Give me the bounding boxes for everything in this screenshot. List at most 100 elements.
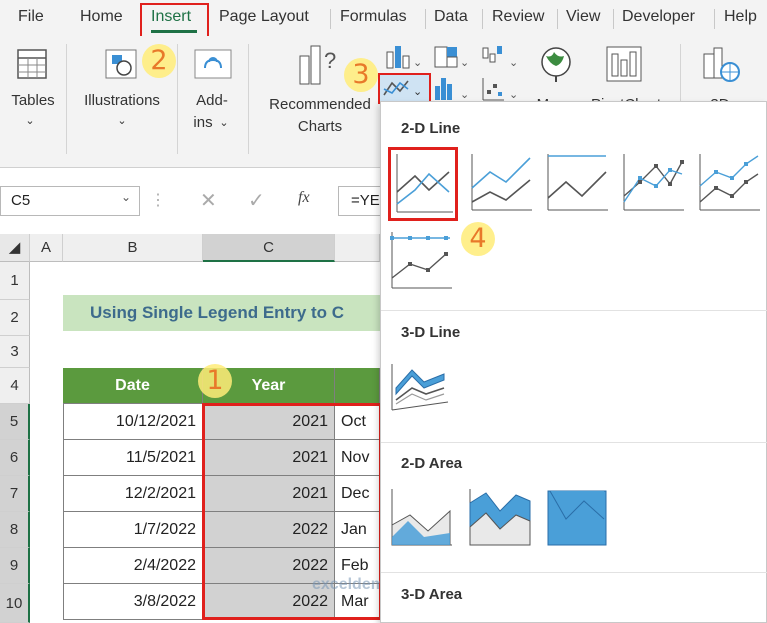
svg-text:⌄: ⌄ (460, 88, 469, 101)
step-badge-3: 3 (344, 58, 378, 92)
chevron-down-icon[interactable]: ⌄ (112, 110, 132, 132)
column-header-d[interactable] (335, 234, 380, 262)
step-badge-1: 1 (198, 364, 232, 398)
line-chart-dropdown: 2-D Line 4 3-D Line 2-D Area 3-D Area (380, 101, 767, 623)
table-cell-date[interactable]: 2/4/2022 (63, 548, 203, 584)
insert-tab-highlight (140, 3, 209, 40)
chart-option-100-stacked-area[interactable] (544, 487, 610, 547)
addins-label-line2[interactable]: ins (188, 112, 218, 134)
header-date[interactable]: Date (63, 368, 203, 404)
chart-option-100-stacked-line-markers[interactable] (388, 230, 454, 290)
table-cell-date[interactable]: 1/7/2022 (63, 512, 203, 548)
globe-icon[interactable] (538, 44, 574, 89)
menu-developer[interactable]: Developer (622, 8, 695, 26)
step-badge-2: 2 (142, 44, 176, 78)
menu-review[interactable]: Review (492, 8, 544, 26)
menu-data[interactable]: Data (434, 8, 468, 26)
ribbon-separator (66, 44, 67, 154)
column-header-b[interactable]: B (63, 234, 203, 262)
chart-option-line[interactable] (388, 147, 458, 221)
table-icon[interactable] (14, 46, 50, 87)
more-options-icon: ⋮ (150, 192, 168, 209)
chart-option-area[interactable] (388, 487, 454, 547)
row-header-6[interactable]: 6 (0, 440, 30, 476)
svg-text:⌄: ⌄ (413, 85, 422, 98)
svg-text:⌄: ⌄ (509, 56, 518, 69)
chevron-down-icon[interactable]: ⌄ (216, 112, 232, 134)
section-divider (381, 572, 767, 573)
svg-text:⌄: ⌄ (413, 56, 422, 69)
section-divider (381, 310, 767, 311)
svg-text:⌄: ⌄ (460, 56, 469, 69)
menu-separator (613, 9, 614, 29)
menu-separator (330, 9, 331, 29)
recommended-label-line1[interactable]: Recommended (260, 94, 380, 116)
menu-formulas[interactable]: Formulas (340, 8, 407, 26)
chart-option-stacked-line-markers[interactable] (696, 152, 762, 212)
table-cell-date[interactable]: 3/8/2022 (63, 584, 203, 620)
waterfall-chart-icon[interactable]: ⌄ (480, 44, 520, 75)
column-header-c[interactable]: C (203, 234, 335, 262)
chart-option-3d-line[interactable] (388, 354, 454, 414)
menu-file[interactable]: File (18, 8, 44, 26)
menu-home[interactable]: Home (80, 8, 123, 26)
illustrations-label[interactable]: Illustrations (76, 90, 168, 112)
addins-icon[interactable] (191, 46, 235, 87)
menu-help[interactable]: Help (724, 8, 757, 26)
row-header-5[interactable]: 5 (0, 404, 30, 440)
pivotchart-icon[interactable] (604, 44, 644, 89)
row-header-8[interactable]: 8 (0, 512, 30, 548)
section-divider (381, 442, 767, 443)
ribbon-separator (177, 44, 178, 154)
ribbon-separator (248, 44, 249, 154)
menu-page-layout[interactable]: Page Layout (219, 8, 309, 26)
function-icon[interactable]: fx (298, 189, 310, 207)
chart-option-line-markers[interactable] (620, 152, 686, 212)
sheet-title[interactable]: Using Single Legend Entry to C (63, 295, 380, 331)
tables-label[interactable]: Tables (6, 90, 60, 112)
row-header-7[interactable]: 7 (0, 476, 30, 512)
section-3d-line: 3-D Line (401, 324, 461, 341)
chart-option-stacked-area[interactable] (466, 487, 532, 547)
header-month[interactable] (335, 368, 380, 404)
row-header-2[interactable]: 2 (0, 300, 30, 336)
enter-icon[interactable]: ✓ (248, 188, 265, 213)
chevron-down-icon[interactable]: ⌄ (121, 190, 131, 204)
table-cell-date[interactable]: 11/5/2021 (63, 440, 203, 476)
column-header-a[interactable]: A (30, 234, 63, 262)
name-box-value: C5 (11, 192, 31, 209)
shapes-icon[interactable] (100, 46, 144, 87)
cancel-icon[interactable]: ✕ (200, 188, 217, 213)
recommended-charts-icon[interactable]: ? (296, 42, 346, 93)
chart-option-100-stacked-line[interactable] (544, 152, 610, 212)
menu-view[interactable]: View (566, 8, 600, 26)
formula-text: =YE (351, 192, 380, 209)
menu-bar: File Home Insert Page Layout Formulas Da… (0, 0, 767, 36)
select-all-corner[interactable]: ◢ (0, 234, 30, 262)
row-header-9[interactable]: 9 (0, 548, 30, 584)
addins-label-line1[interactable]: Add- (186, 90, 238, 112)
hierarchy-chart-icon[interactable]: ⌄ (432, 44, 470, 75)
row-header-1[interactable]: 1 (0, 262, 30, 300)
section-2d-line: 2-D Line (401, 120, 461, 137)
recommended-label-line2[interactable]: Charts (260, 116, 380, 138)
section-3d-area: 3-D Area (401, 586, 463, 603)
table-cell-date[interactable]: 12/2/2021 (63, 476, 203, 512)
row-header-10[interactable]: 10 (0, 584, 30, 623)
3d-map-icon[interactable] (700, 44, 744, 89)
svg-text:⌄: ⌄ (509, 88, 518, 101)
row-header-4[interactable]: 4 (0, 368, 30, 404)
column-chart-icon[interactable]: ⌄ (384, 44, 424, 75)
chevron-down-icon[interactable]: ⌄ (20, 110, 40, 132)
chart-option-stacked-line[interactable] (468, 152, 534, 212)
menu-separator (714, 9, 715, 29)
svg-text:?: ? (324, 48, 336, 73)
row-header-3[interactable]: 3 (0, 336, 30, 368)
step-badge-4: 4 (461, 222, 495, 256)
line-chart-button[interactable]: ⌄ (378, 73, 431, 104)
name-box[interactable]: C5 ⌄ (0, 186, 140, 216)
menu-separator (425, 9, 426, 29)
section-2d-area: 2-D Area (401, 455, 463, 472)
menu-separator (482, 9, 483, 29)
table-cell-date[interactable]: 10/12/2021 (63, 404, 203, 440)
